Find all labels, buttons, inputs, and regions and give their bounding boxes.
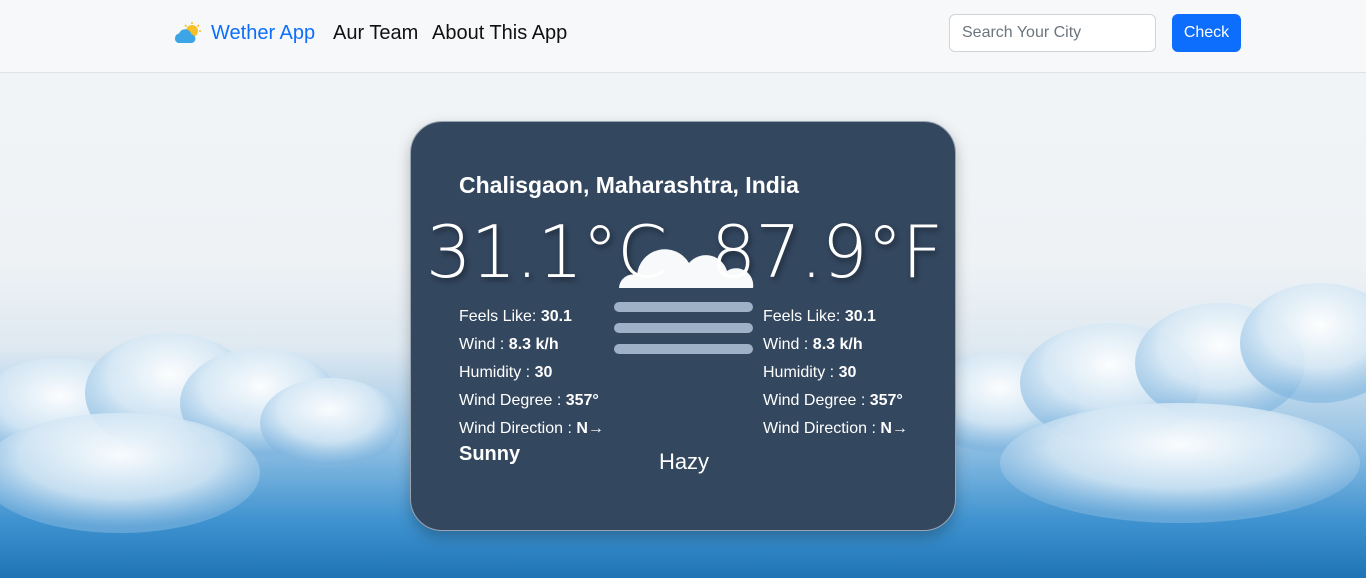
wind-direction-row: Wind Direction : N→ — [763, 415, 908, 443]
humidity-label: Humidity : — [459, 364, 535, 381]
wind-direction-value: N→ — [576, 420, 604, 437]
feels-like-label: Feels Like: — [459, 308, 541, 325]
weather-stats-left: Feels Like: 30.1 Wind : 8.3 k/h Humidity… — [459, 303, 604, 443]
feels-like-row: Feels Like: 30.1 — [763, 303, 908, 331]
wind-value: 8.3 k/h — [508, 336, 559, 353]
check-button[interactable]: Check — [1172, 14, 1241, 52]
humidity-value: 30 — [534, 364, 553, 381]
wind-degree-label: Wind Degree : — [459, 392, 566, 409]
wind-degree-label: Wind Degree : — [763, 392, 870, 409]
wind-row: Wind : 8.3 k/h — [763, 331, 908, 359]
wind-direction-row: Wind Direction : N→ — [459, 415, 604, 443]
humidity-label: Humidity : — [763, 364, 839, 381]
feels-like-label: Feels Like: — [763, 308, 845, 325]
location-title: Chalisgaon, Maharashtra, India — [459, 172, 799, 198]
city-search-input[interactable] — [949, 14, 1156, 52]
humidity-value: 30 — [838, 364, 857, 381]
wind-label: Wind : — [763, 336, 813, 353]
wind-row: Wind : 8.3 k/h — [459, 331, 604, 359]
condition-text-center: Hazy — [658, 449, 710, 474]
wind-direction-label: Wind Direction : — [459, 420, 577, 437]
feels-like-value: 30.1 — [844, 308, 876, 325]
wind-direction-label: Wind Direction : — [763, 420, 881, 437]
nav-link-team[interactable]: Aur Team — [333, 22, 418, 45]
feels-like-value: 30.1 — [540, 308, 572, 325]
weather-card: Chalisgaon, Maharashtra, India 31.1°C 87.… — [410, 121, 956, 531]
wind-value: 8.3 k/h — [812, 336, 863, 353]
wind-degree-row: Wind Degree : 357° — [763, 387, 908, 415]
brand-link[interactable]: Wether App — [211, 22, 315, 45]
top-navbar: Wether App Aur Team About This App Check — [0, 0, 1366, 73]
wind-degree-value: 357° — [869, 392, 903, 409]
wind-degree-value: 357° — [565, 392, 599, 409]
wind-degree-row: Wind Degree : 357° — [459, 387, 604, 415]
wind-direction-value: N→ — [880, 420, 908, 437]
humidity-row: Humidity : 30 — [459, 359, 604, 387]
humidity-row: Humidity : 30 — [763, 359, 908, 387]
fog-cloud-icon — [614, 249, 754, 354]
partly-sunny-icon — [174, 22, 201, 43]
wind-label: Wind : — [459, 336, 509, 353]
nav-link-about[interactable]: About This App — [432, 22, 567, 45]
feels-like-row: Feels Like: 30.1 — [459, 303, 604, 331]
weather-stats-right: Feels Like: 30.1 Wind : 8.3 k/h Humidity… — [763, 303, 908, 443]
